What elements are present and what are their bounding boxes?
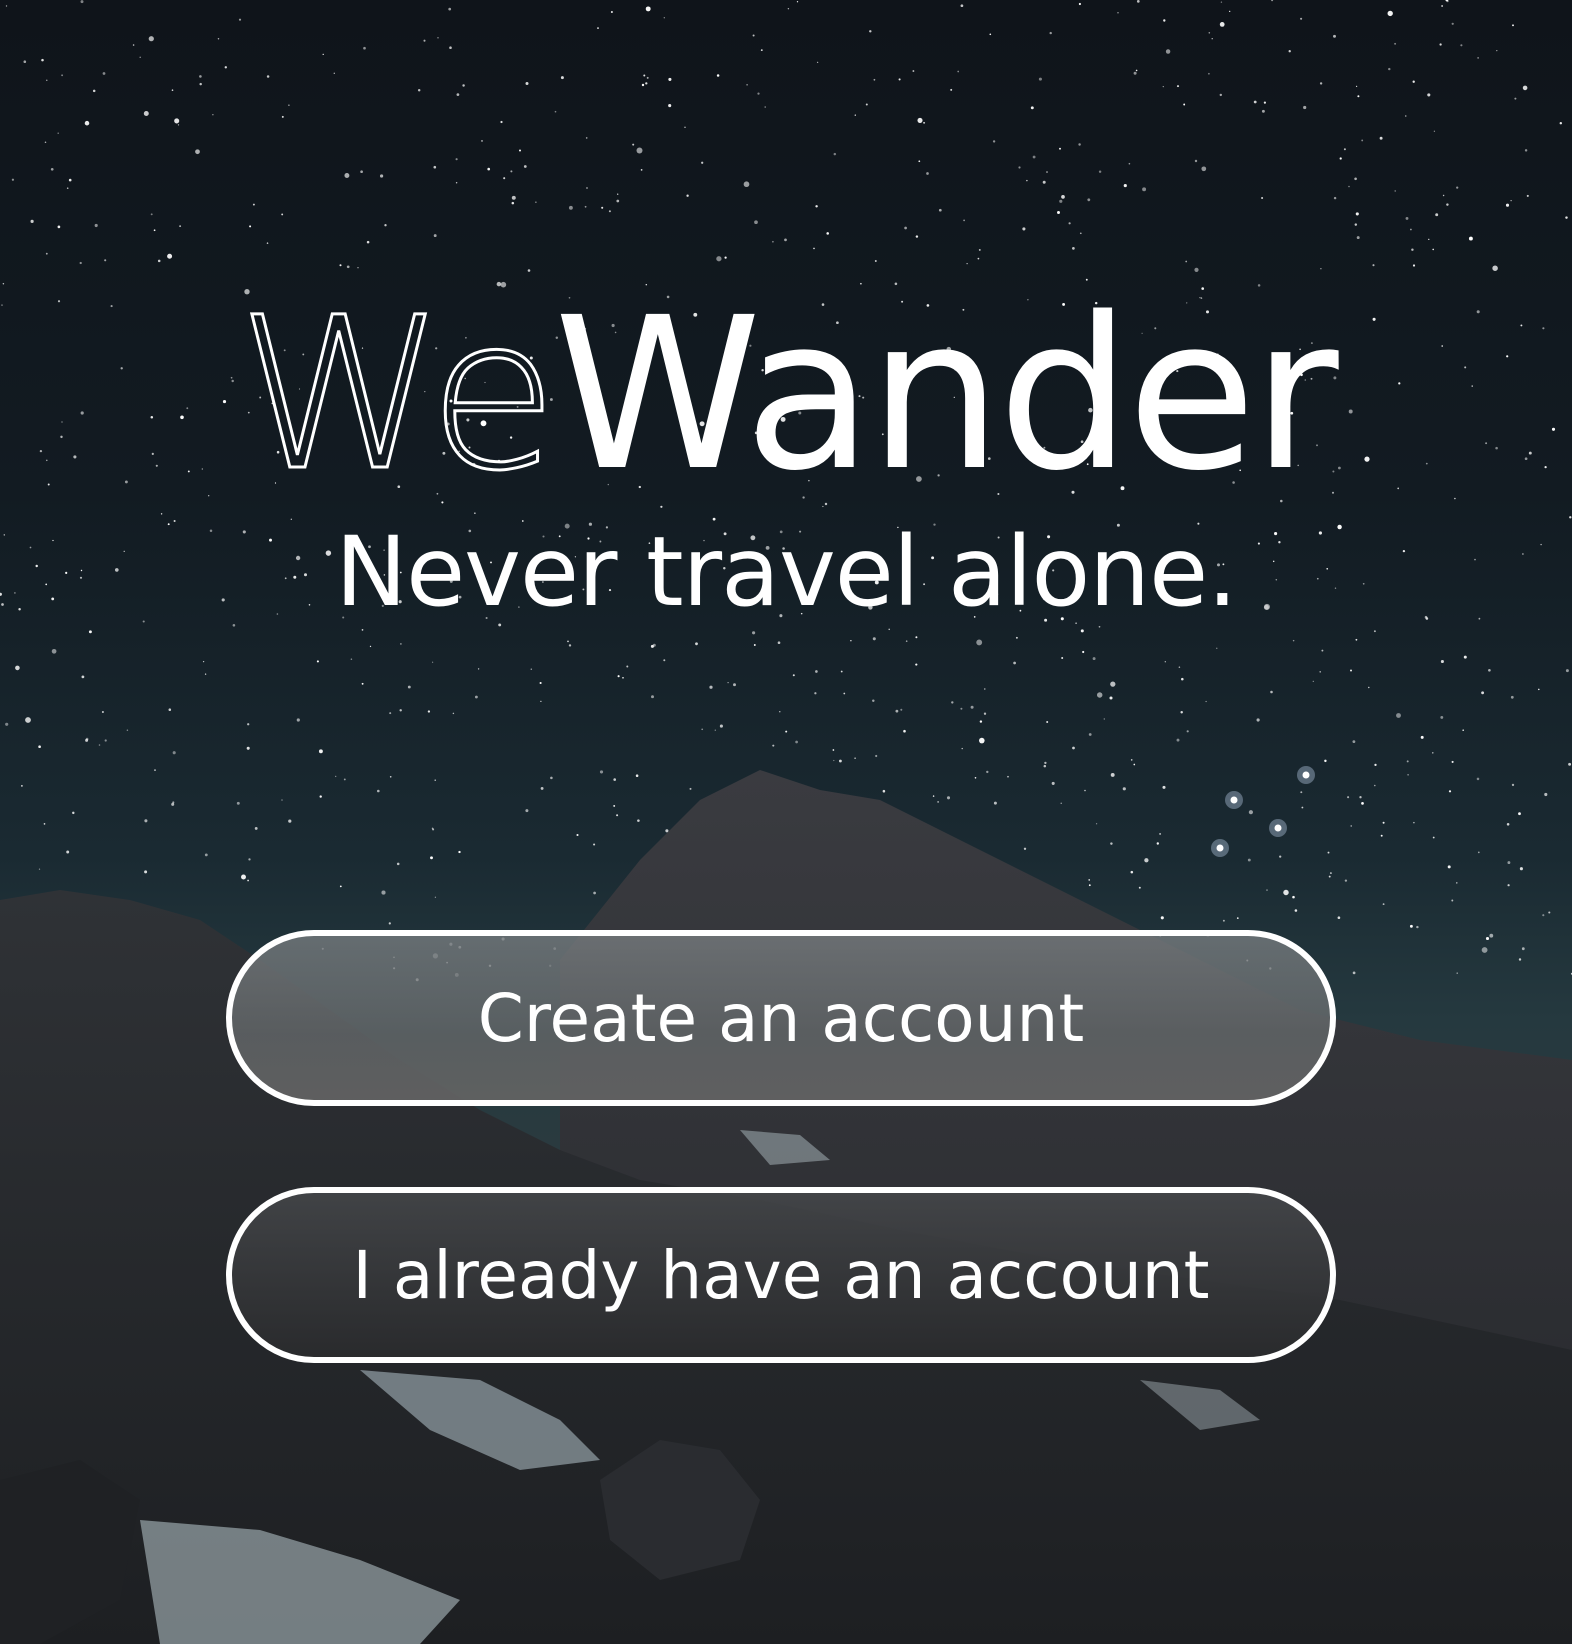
tagline: Never travel alone. xyxy=(335,516,1237,628)
login-label: I already have an account xyxy=(352,1236,1210,1314)
login-button[interactable]: I already have an account xyxy=(226,1187,1336,1363)
background-scene xyxy=(0,0,1572,1644)
logo-solid-text: Wander xyxy=(553,272,1339,517)
app-logo: WeWander xyxy=(236,288,1339,501)
logo-outline-text: We xyxy=(236,272,560,517)
brand-header: WeWander xyxy=(0,288,1572,501)
mountain-landscape xyxy=(0,770,1572,1644)
create-account-button[interactable]: Create an account xyxy=(226,930,1336,1106)
create-account-label: Create an account xyxy=(477,979,1085,1057)
